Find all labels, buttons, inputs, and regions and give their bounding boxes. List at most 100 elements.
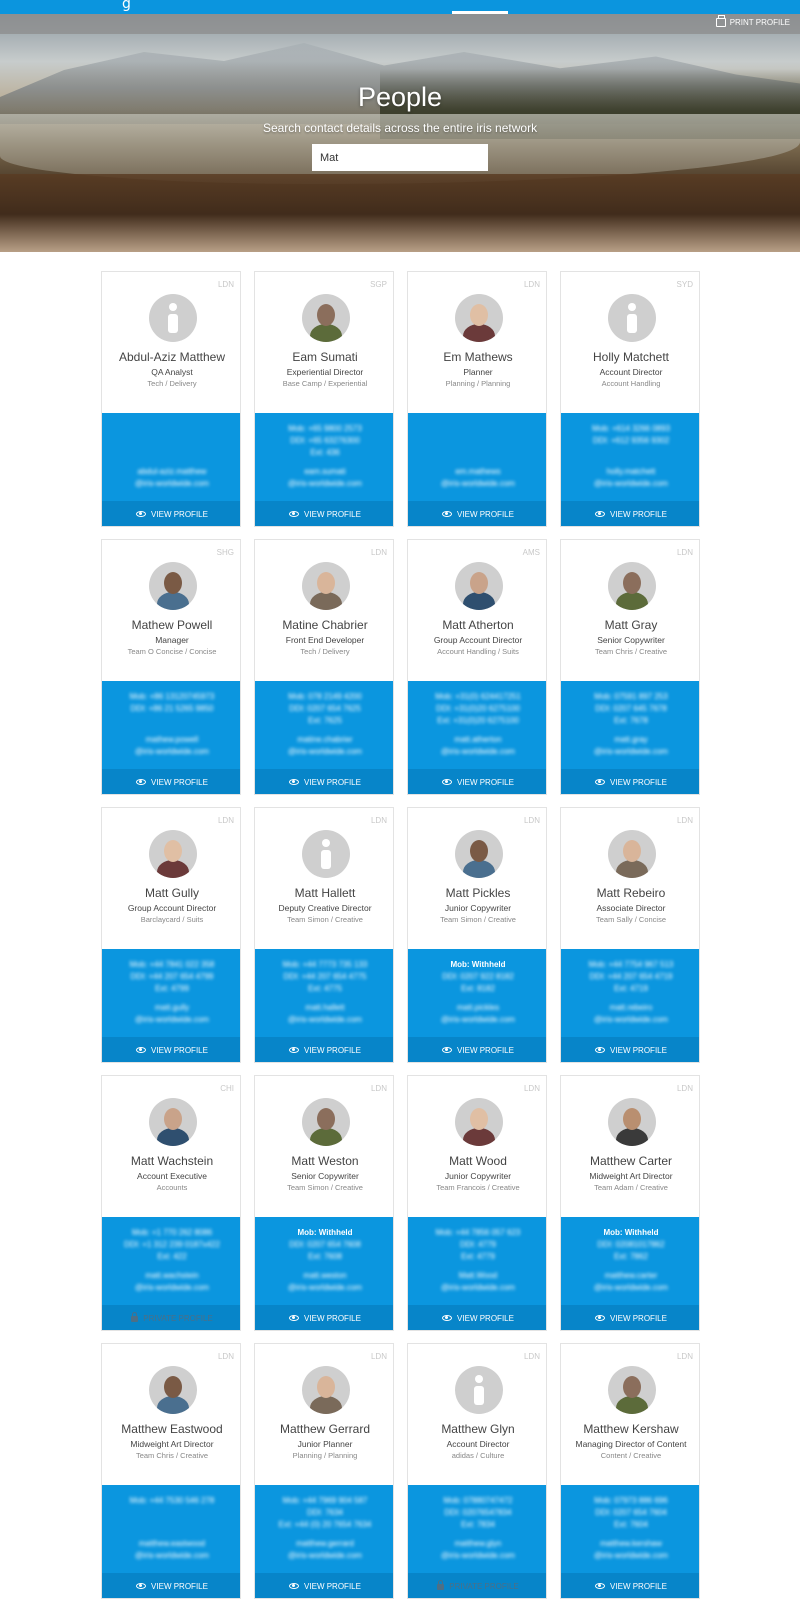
contact-panel: Mob: +44 7530 546 278 matthew.eastwood @… — [102, 1485, 240, 1573]
person-name[interactable]: Matthew Gerrard — [255, 1422, 393, 1436]
email-user: matthew.kershaw — [600, 1539, 662, 1548]
email-block[interactable]: matthew.eastwood @iris-worldwide.com — [102, 1538, 240, 1562]
person-name[interactable]: Matt Weston — [255, 1154, 393, 1168]
person-name[interactable]: Matt Gray — [561, 618, 699, 632]
contact-line: Ext: 7862 — [614, 1252, 648, 1261]
email-block[interactable]: matthew.glyn @iris-worldwide.com — [408, 1538, 546, 1562]
email-block[interactable]: em.mathews @iris-worldwide.com — [408, 466, 546, 490]
view-profile-button[interactable]: VIEW PROFILE — [102, 769, 240, 794]
contact-panel: Mob: 07591 897 253 DDI: 0207 645 7678 Ext:… — [561, 681, 699, 769]
contact-numbers: Mob: Withheld DDI: 0207 654 7608 Ext: 7608 — [255, 1227, 393, 1263]
person-card[interactable]: LDN Matt Weston Senior Copywriter Team S… — [254, 1075, 394, 1331]
person-name[interactable]: Matt Pickles — [408, 886, 546, 900]
person-name[interactable]: Matt Wachstein — [102, 1154, 240, 1168]
profile-action-label: VIEW PROFILE — [610, 1045, 667, 1055]
view-profile-button[interactable]: VIEW PROFILE — [561, 501, 699, 526]
person-name[interactable]: Eam Sumati — [255, 350, 393, 364]
view-profile-button[interactable]: VIEW PROFILE — [102, 1037, 240, 1062]
person-card[interactable]: LDN Matt Gray Senior Copywriter Team Chr… — [560, 539, 700, 795]
email-block[interactable]: matt.gully @iris-worldwide.com — [102, 1002, 240, 1026]
view-profile-button[interactable]: VIEW PROFILE — [255, 769, 393, 794]
person-card[interactable]: AMS Matt Atherton Group Account Director… — [407, 539, 547, 795]
person-name[interactable]: Matthew Eastwood — [102, 1422, 240, 1436]
view-profile-button[interactable]: VIEW PROFILE — [408, 1037, 546, 1062]
person-name[interactable]: Matine Chabrier — [255, 618, 393, 632]
person-card[interactable]: LDN Matthew Gerrard Junior Planner Plann… — [254, 1343, 394, 1599]
person-name[interactable]: Matt Hallett — [255, 886, 393, 900]
person-name[interactable]: Matthew Glyn — [408, 1422, 546, 1436]
email-block[interactable]: matt.gray @iris-worldwide.com — [561, 734, 699, 758]
person-card[interactable]: LDN Matthew Kershaw Managing Director of… — [560, 1343, 700, 1599]
person-card[interactable]: LDN Abdul-Aziz Matthew QA Analyst Tech /… — [101, 271, 241, 527]
view-profile-button[interactable]: VIEW PROFILE — [561, 1037, 699, 1062]
email-block[interactable]: matthew.carter @iris-worldwide.com — [561, 1270, 699, 1294]
email-block[interactable]: matine.chabrier @iris-worldwide.com — [255, 734, 393, 758]
office-code: LDN — [676, 816, 693, 825]
person-card[interactable]: LDN Matt Hallett Deputy Creative Directo… — [254, 807, 394, 1063]
person-card[interactable]: LDN Matt Gully Group Account Director Ba… — [101, 807, 241, 1063]
email-block[interactable]: mathew.powell @iris-worldwide.com — [102, 734, 240, 758]
person-card[interactable]: LDN Matine Chabrier Front End Developer … — [254, 539, 394, 795]
person-title: Account Director — [599, 367, 663, 377]
person-card[interactable]: LDN Matthew Carter Midweight Art Directo… — [560, 1075, 700, 1331]
view-profile-button[interactable]: VIEW PROFILE — [561, 769, 699, 794]
view-profile-button[interactable]: VIEW PROFILE — [408, 1305, 546, 1330]
person-card[interactable]: SHG Mathew Powell Manager Team O Concise… — [101, 539, 241, 795]
email-block[interactable]: Matt.Wood @iris-worldwide.com — [408, 1270, 546, 1294]
card-header: LDN Matthew Kershaw Managing Director of… — [561, 1344, 699, 1485]
view-profile-button[interactable]: VIEW PROFILE — [408, 769, 546, 794]
person-card[interactable]: LDN Matt Pickles Junior Copywriter Team … — [407, 807, 547, 1063]
office-code: CHI — [220, 1084, 234, 1093]
person-card[interactable]: SYD Holly Matchett Account Director Acco… — [560, 271, 700, 527]
person-name[interactable]: Mathew Powell — [102, 618, 240, 632]
person-name[interactable]: Matt Rebeiro — [561, 886, 699, 900]
person-name[interactable]: Abdul-Aziz Matthew — [102, 350, 240, 364]
view-profile-button[interactable]: VIEW PROFILE — [255, 1305, 393, 1330]
view-profile-button[interactable]: VIEW PROFILE — [102, 1573, 240, 1598]
card-header: LDN Matthew Glyn Account Director adidas… — [408, 1344, 546, 1485]
person-team: Planning / Planning — [292, 1451, 358, 1460]
person-card[interactable]: LDN Matthew Glyn Account Director adidas… — [407, 1343, 547, 1599]
person-name[interactable]: Matthew Carter — [561, 1154, 699, 1168]
email-block[interactable]: holly.matchett @iris-worldwide.com — [561, 466, 699, 490]
card-header: LDN Matthew Carter Midweight Art Directo… — [561, 1076, 699, 1217]
view-profile-button[interactable]: VIEW PROFILE — [561, 1305, 699, 1330]
person-card[interactable]: LDN Matt Wood Junior Copywriter Team Fra… — [407, 1075, 547, 1331]
email-block[interactable]: matt.atherton @iris-worldwide.com — [408, 734, 546, 758]
email-block[interactable]: matt.pickles @iris-worldwide.com — [408, 1002, 546, 1026]
person-name[interactable]: Matthew Kershaw — [561, 1422, 699, 1436]
view-profile-button[interactable]: VIEW PROFILE — [102, 501, 240, 526]
person-card[interactable]: SGP Eam Sumati Experiential Director Bas… — [254, 271, 394, 527]
email-block[interactable]: matthew.gerrard @iris-worldwide.com — [255, 1538, 393, 1562]
email-block[interactable]: matthew.kershaw @iris-worldwide.com — [561, 1538, 699, 1562]
view-profile-button[interactable]: VIEW PROFILE — [255, 1573, 393, 1598]
person-card[interactable]: LDN Matthew Eastwood Midweight Art Direc… — [101, 1343, 241, 1599]
person-name[interactable]: Matt Atherton — [408, 618, 546, 632]
person-name[interactable]: Holly Matchett — [561, 350, 699, 364]
email-block[interactable]: matt.wachstein @iris-worldwide.com — [102, 1270, 240, 1294]
print-profile-button[interactable]: PRINT PROFILE — [715, 15, 790, 27]
email-block[interactable]: matt.rebeiro @iris-worldwide.com — [561, 1002, 699, 1026]
contact-line: Mob: 07591 897 253 — [594, 692, 668, 701]
view-profile-button[interactable]: VIEW PROFILE — [408, 501, 546, 526]
person-name[interactable]: Matt Wood — [408, 1154, 546, 1168]
view-profile-button[interactable]: VIEW PROFILE — [255, 1037, 393, 1062]
view-profile-button[interactable]: VIEW PROFILE — [561, 1573, 699, 1598]
person-name[interactable]: Matt Gully — [102, 886, 240, 900]
contact-line: Ext: +31(0)20 6275100 — [437, 716, 519, 725]
brand-logo[interactable]: g — [122, 0, 131, 12]
profile-action-label: VIEW PROFILE — [151, 1581, 208, 1591]
eye-icon — [289, 779, 300, 785]
person-card[interactable]: CHI Matt Wachstein Account Executive Acc… — [101, 1075, 241, 1331]
email-block[interactable]: matt.weston @iris-worldwide.com — [255, 1270, 393, 1294]
contact-line: Mob: +44 7530 546 278 — [129, 1496, 215, 1505]
contact-line: Ext: 4775 — [308, 984, 342, 993]
person-card[interactable]: LDN Em Mathews Planner Planning / Planni… — [407, 271, 547, 527]
person-name[interactable]: Em Mathews — [408, 350, 546, 364]
search-input[interactable] — [312, 144, 488, 171]
email-block[interactable]: eam.sumati @iris-worldwide.com — [255, 466, 393, 490]
person-card[interactable]: LDN Matt Rebeiro Associate Director Team… — [560, 807, 700, 1063]
view-profile-button[interactable]: VIEW PROFILE — [255, 501, 393, 526]
email-block[interactable]: matt.hallett @iris-worldwide.com — [255, 1002, 393, 1026]
email-block[interactable]: abdul-aziz.matthew @iris-worldwide.com — [102, 466, 240, 490]
